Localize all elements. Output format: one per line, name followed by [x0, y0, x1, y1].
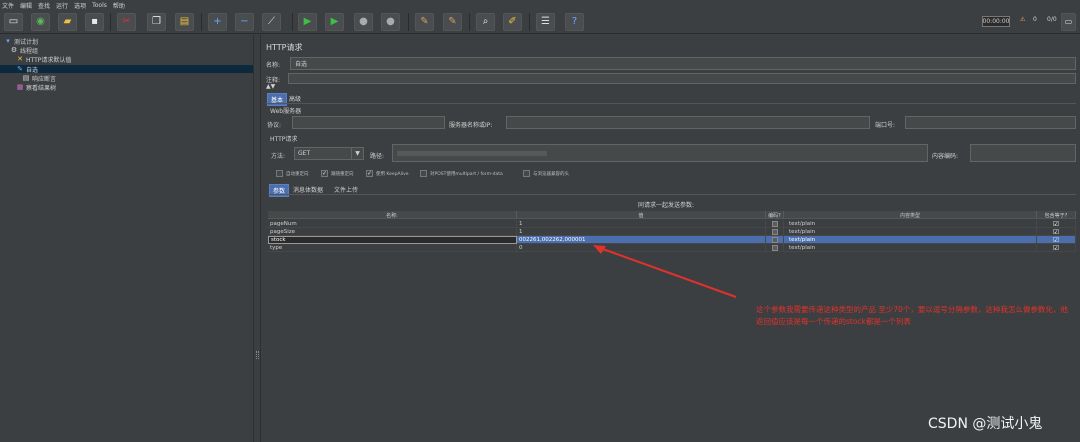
watermark: CSDN @测试小鬼: [928, 416, 1043, 432]
arrow-line: [599, 247, 737, 298]
annotation-text: 这个参数我需要传递这种类型的产品 至少70个，要以逗号分隔参数，这种我怎么做参数…: [756, 305, 1068, 326]
annotation-arrow: [593, 245, 737, 298]
